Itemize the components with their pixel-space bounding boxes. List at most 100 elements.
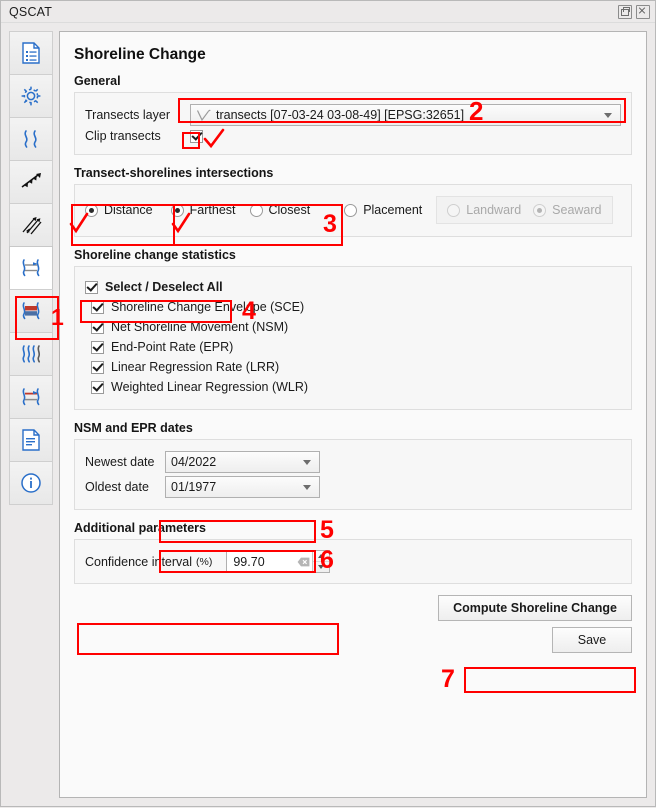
- float-window-icon[interactable]: [618, 4, 632, 19]
- seaward-radio-row: Seaward: [533, 203, 602, 217]
- sce-checkbox[interactable]: [91, 300, 104, 314]
- oldest-date-row: Oldest date 01/1977: [85, 476, 621, 498]
- select-all-row[interactable]: Select / Deselect All: [85, 280, 621, 294]
- newest-date-label: Newest date: [85, 455, 155, 469]
- nsm-label: Net Shoreline Movement (NSM): [111, 320, 289, 334]
- spinner-buttons[interactable]: [312, 551, 330, 572]
- statistic-row[interactable]: Weighted Linear Regression (WLR): [91, 380, 621, 394]
- intersections-group: Distance Farthest Closest Placement Land…: [74, 184, 632, 237]
- confidence-interval-unit: (%): [196, 555, 213, 568]
- lrr-checkbox[interactable]: [91, 360, 104, 374]
- save-button-row: Save: [74, 627, 632, 653]
- page-title: Shoreline Change: [74, 46, 206, 63]
- sidebar: [1, 23, 59, 806]
- sidebar-item-shorelines[interactable]: [9, 117, 53, 161]
- placement-direction-group: Landward Seaward: [436, 196, 613, 224]
- spinner-up-button[interactable]: [313, 551, 330, 562]
- sce-label: Shoreline Change Envelope (SCE): [111, 300, 305, 314]
- clear-value-icon[interactable]: [295, 551, 312, 572]
- closest-radio[interactable]: [249, 203, 263, 217]
- sidebar-item-area-change[interactable]: [9, 289, 53, 333]
- landward-label: Landward: [466, 203, 522, 217]
- statistic-row[interactable]: Linear Regression Rate (LRR): [91, 360, 621, 374]
- statistics-group: Select / Deselect All Shoreline Change E…: [74, 266, 632, 410]
- sidebar-item-shoreline-change[interactable]: [9, 246, 53, 290]
- closest-radio-row[interactable]: Closest: [249, 203, 311, 217]
- sidebar-item-forecasting[interactable]: [9, 332, 53, 376]
- distance-radio-row[interactable]: Distance: [85, 203, 153, 217]
- sidebar-item-automator-settings[interactable]: [9, 74, 53, 118]
- oldest-date-label: Oldest date: [85, 480, 149, 494]
- placement-radio-row[interactable]: Placement: [344, 203, 422, 217]
- oldest-date-value: 01/1977: [171, 480, 217, 494]
- compute-shoreline-change-button[interactable]: Compute Shoreline Change: [438, 595, 632, 621]
- sidebar-item-visualization[interactable]: [9, 375, 53, 419]
- farthest-radio-row[interactable]: Farthest: [170, 203, 236, 217]
- dates-group: Newest date 04/2022 Oldest date 01/1977: [74, 439, 632, 510]
- confidence-interval-spinbox[interactable]: 99.70: [226, 550, 331, 573]
- gear-icon: [20, 85, 42, 107]
- closest-label: Closest: [268, 203, 311, 217]
- confidence-interval-label: Confidence interval: [85, 554, 193, 569]
- sidebar-item-report[interactable]: [9, 418, 53, 462]
- placement-radio[interactable]: [344, 203, 358, 217]
- intersections-section-label: Transect-shorelines intersections: [74, 166, 274, 180]
- epr-label: End-Point Rate (EPR): [111, 340, 234, 354]
- nsm-checkbox[interactable]: [91, 320, 104, 334]
- line-layer-icon: [196, 109, 211, 122]
- statistic-row[interactable]: End-Point Rate (EPR): [91, 340, 621, 354]
- area-change-icon: [19, 300, 43, 322]
- statistic-row[interactable]: Net Shoreline Movement (NSM): [91, 320, 621, 334]
- sidebar-item-summary-report[interactable]: [9, 31, 53, 75]
- sidebar-item-baseline[interactable]: [9, 160, 53, 204]
- chevron-down-icon: [303, 459, 311, 465]
- spinner-down-button[interactable]: [313, 562, 329, 572]
- statistics-section-label: Shoreline change statistics: [74, 248, 236, 262]
- baseline-arrows-icon: [19, 171, 43, 193]
- landward-radio: [447, 203, 461, 217]
- statistic-row[interactable]: Shoreline Change Envelope (SCE): [91, 300, 621, 314]
- wlr-checkbox[interactable]: [91, 380, 104, 394]
- distance-label: Distance: [104, 203, 153, 217]
- sidebar-item-transects[interactable]: [9, 203, 53, 247]
- select-all-label: Select / Deselect All: [105, 280, 223, 294]
- shoreline-change-icon: [19, 257, 43, 279]
- transects-layer-row: Transects layer transects [07-03-24 03-0…: [85, 104, 621, 126]
- info-icon: [20, 472, 42, 494]
- main-panel: Shoreline Change General Transects layer…: [59, 31, 647, 798]
- general-group: Transects layer transects [07-03-24 03-0…: [74, 92, 632, 155]
- seaward-radio: [533, 203, 547, 217]
- save-button[interactable]: Save: [552, 627, 632, 653]
- compute-button-row: Compute Shoreline Change: [74, 595, 632, 621]
- title-bar: QSCAT: [1, 1, 655, 23]
- epr-checkbox[interactable]: [91, 340, 104, 354]
- clip-transects-checkbox[interactable]: [190, 129, 203, 143]
- intersections-row: Distance Farthest Closest Placement Land…: [85, 196, 621, 224]
- chevron-down-icon: [318, 565, 325, 569]
- chevron-up-icon: [318, 554, 325, 558]
- oldest-date-combobox[interactable]: 01/1977: [165, 476, 320, 498]
- additional-section-label: Additional parameters: [74, 521, 206, 535]
- window-body: Shoreline Change General Transects layer…: [1, 23, 655, 806]
- confidence-interval-value: 99.70: [233, 554, 265, 569]
- general-section-label: General: [74, 74, 121, 88]
- newest-date-combobox[interactable]: 04/2022: [165, 451, 320, 473]
- farthest-radio[interactable]: [170, 203, 184, 217]
- placement-label: Placement: [363, 203, 423, 217]
- select-all-checkbox[interactable]: [85, 280, 98, 294]
- close-icon[interactable]: [636, 4, 650, 19]
- chevron-down-icon: [604, 112, 612, 118]
- newest-date-value: 04/2022: [171, 455, 217, 469]
- transects-layer-combobox[interactable]: transects [07-03-24 03-08-49] [EPSG:3265…: [190, 104, 621, 126]
- newest-date-row: Newest date 04/2022: [85, 451, 621, 473]
- sidebar-item-about[interactable]: [9, 461, 53, 505]
- additional-group: Confidence interval (%) 99.70: [74, 539, 632, 584]
- distance-radio[interactable]: [85, 203, 98, 217]
- forecasting-waves-icon: [19, 344, 43, 364]
- confidence-interval-row: Confidence interval (%) 99.70: [85, 550, 621, 573]
- farthest-label: Farthest: [189, 203, 236, 217]
- window-title: QSCAT: [9, 4, 53, 19]
- wlr-label: Weighted Linear Regression (WLR): [111, 380, 309, 394]
- transects-arrows-icon: [19, 214, 43, 236]
- dates-section-label: NSM and EPR dates: [74, 421, 193, 435]
